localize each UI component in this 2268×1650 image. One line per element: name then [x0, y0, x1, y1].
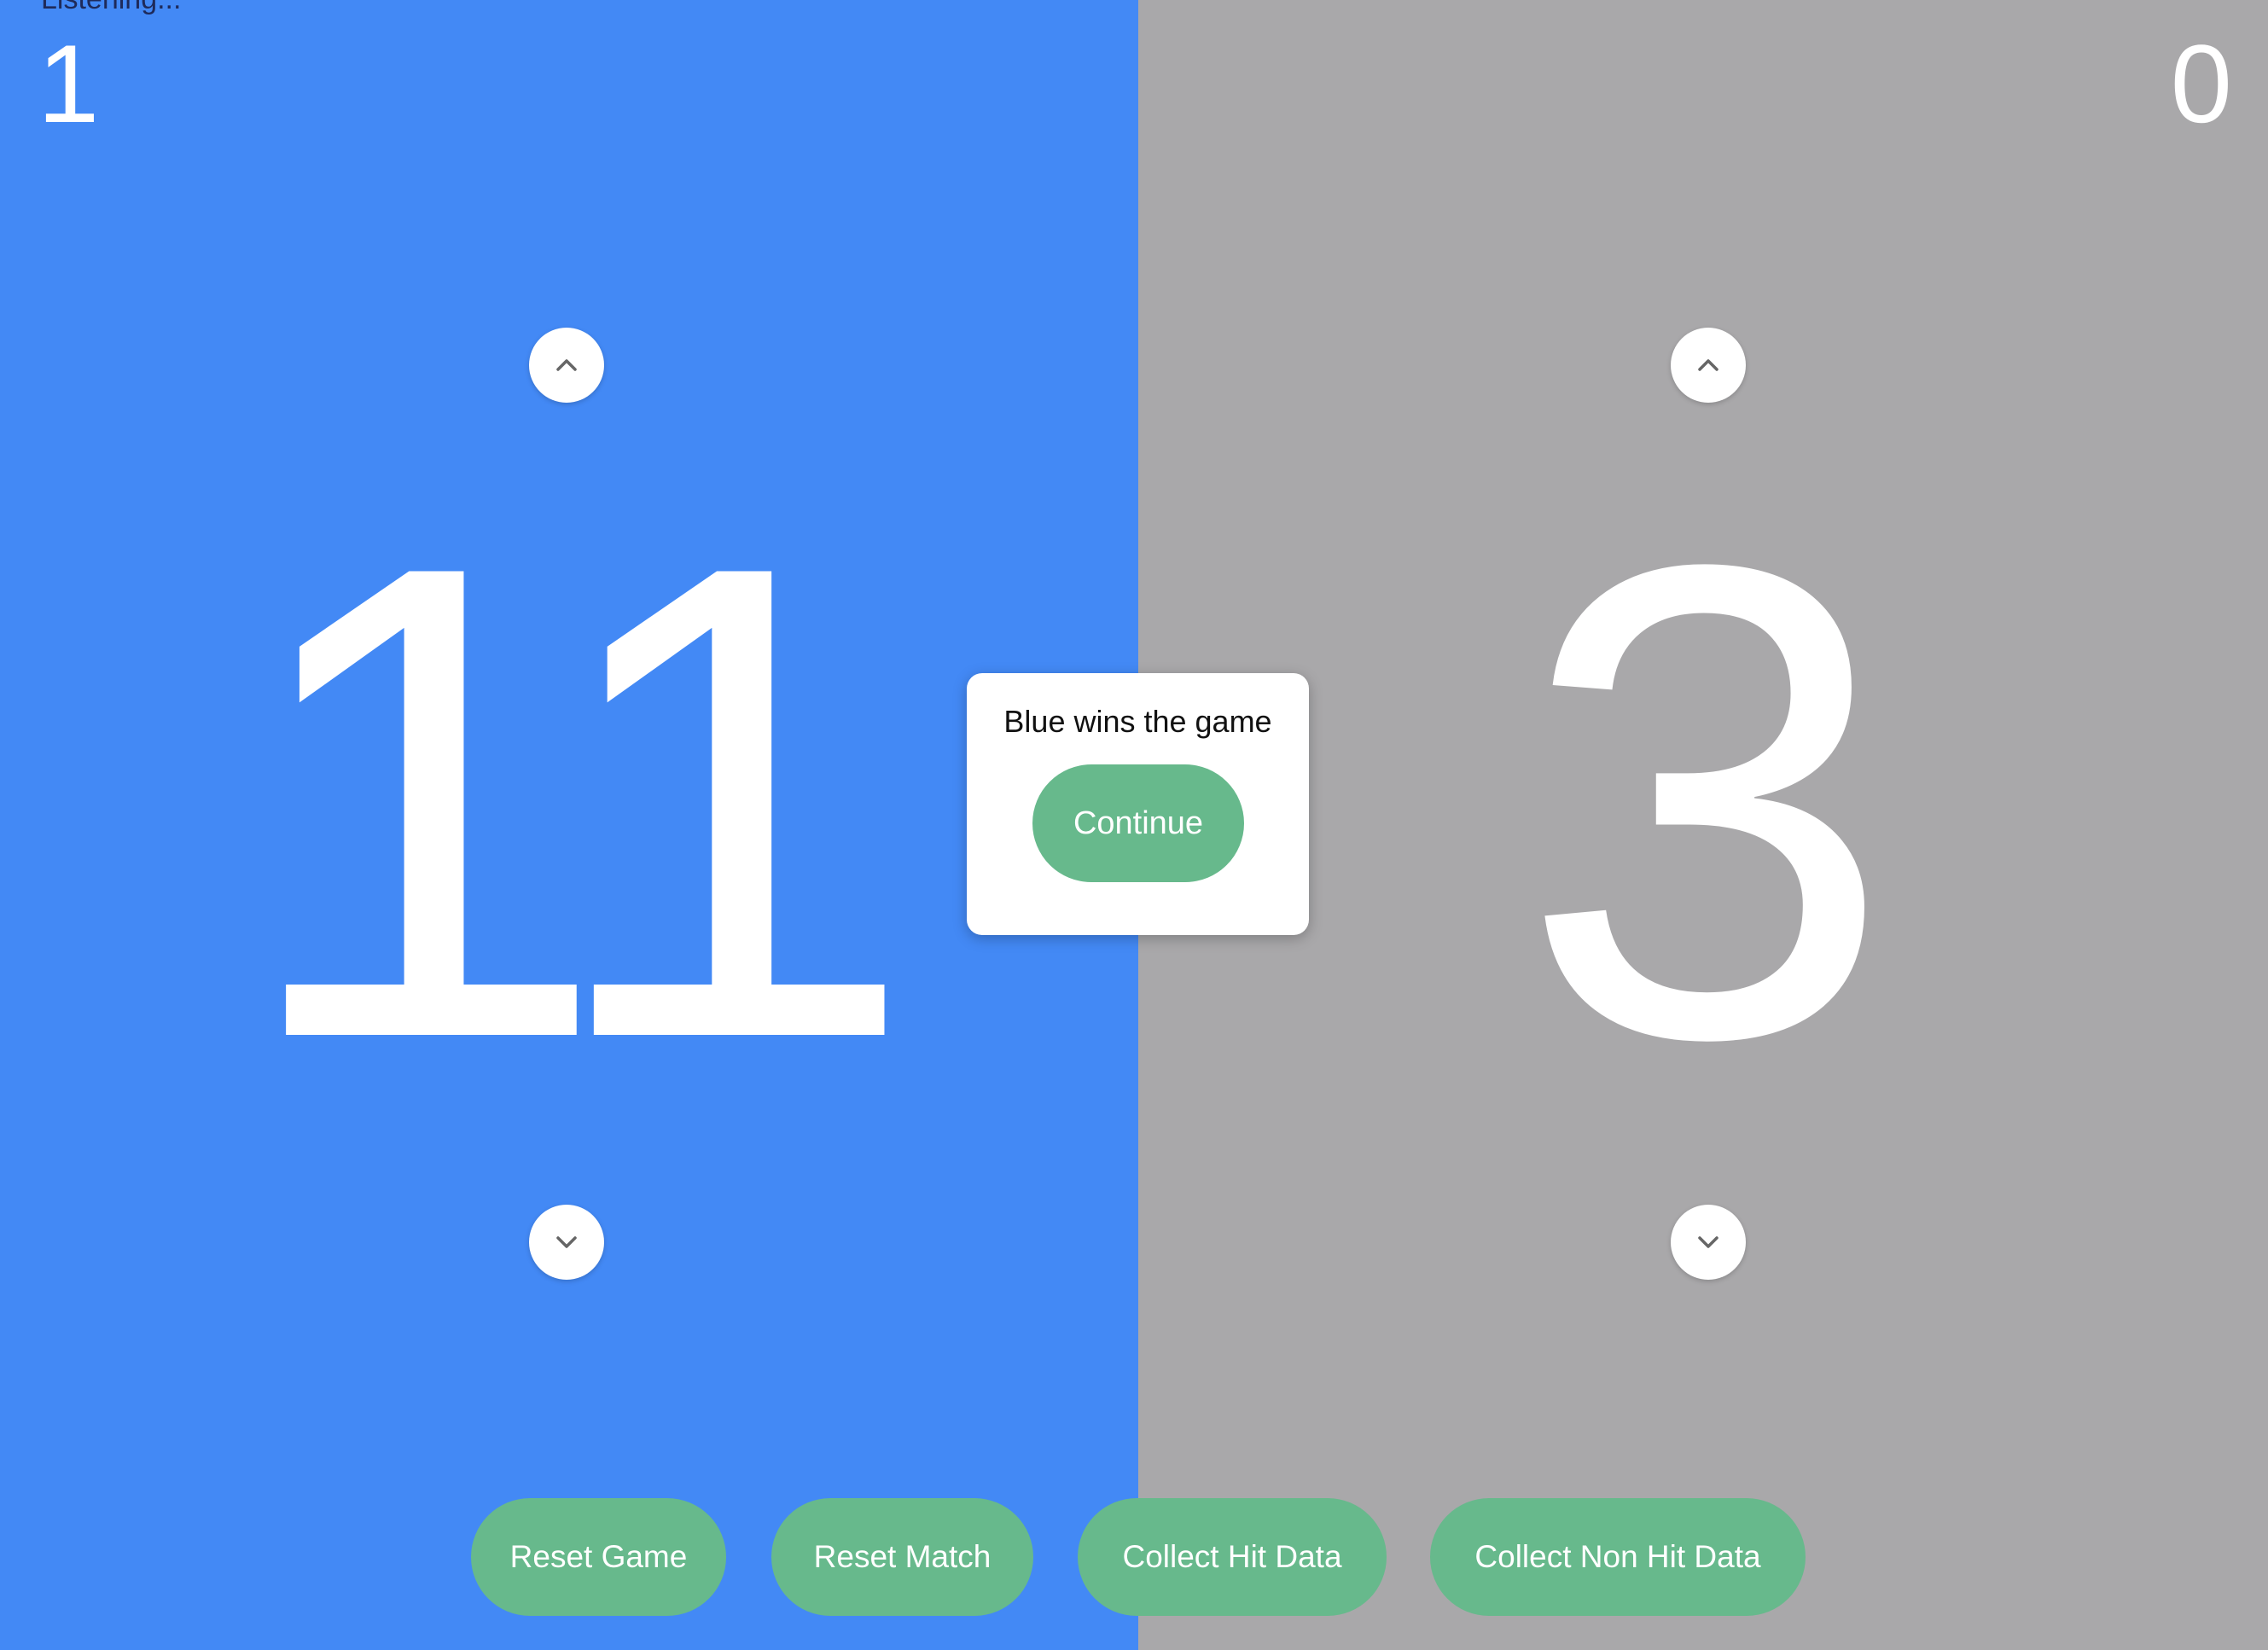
collect-hit-data-button[interactable]: Collect Hit Data	[1078, 1498, 1387, 1616]
game-won-dialog: Blue wins the game Continue	[967, 673, 1309, 935]
gray-increment-button[interactable]	[1671, 328, 1746, 403]
reset-match-button[interactable]: Reset Match	[771, 1498, 1033, 1616]
listening-status: Listening...	[41, 0, 181, 14]
scoreboard-app: Listening... 1 11 0 3 Blue wins the game…	[0, 0, 2268, 1650]
chevron-down-icon	[556, 1236, 577, 1248]
chevron-up-icon	[556, 359, 577, 371]
bottom-toolbar: Reset Game Reset Match Collect Hit Data …	[0, 1498, 2268, 1616]
blue-game-score[interactable]: 11	[137, 465, 998, 1139]
gray-game-score[interactable]: 3	[1280, 465, 2133, 1139]
reset-game-button[interactable]: Reset Game	[471, 1498, 726, 1616]
chevron-down-icon	[1698, 1236, 1718, 1248]
gray-decrement-button[interactable]	[1671, 1205, 1746, 1280]
blue-decrement-button[interactable]	[529, 1205, 604, 1280]
dialog-message: Blue wins the game	[1003, 704, 1272, 739]
chevron-up-icon	[1698, 359, 1718, 371]
collect-non-hit-data-button[interactable]: Collect Non Hit Data	[1430, 1498, 1806, 1616]
continue-button[interactable]: Continue	[1032, 764, 1244, 882]
blue-increment-button[interactable]	[529, 328, 604, 403]
gray-match-score: 0	[2170, 21, 2232, 146]
blue-match-score: 1	[38, 21, 100, 146]
